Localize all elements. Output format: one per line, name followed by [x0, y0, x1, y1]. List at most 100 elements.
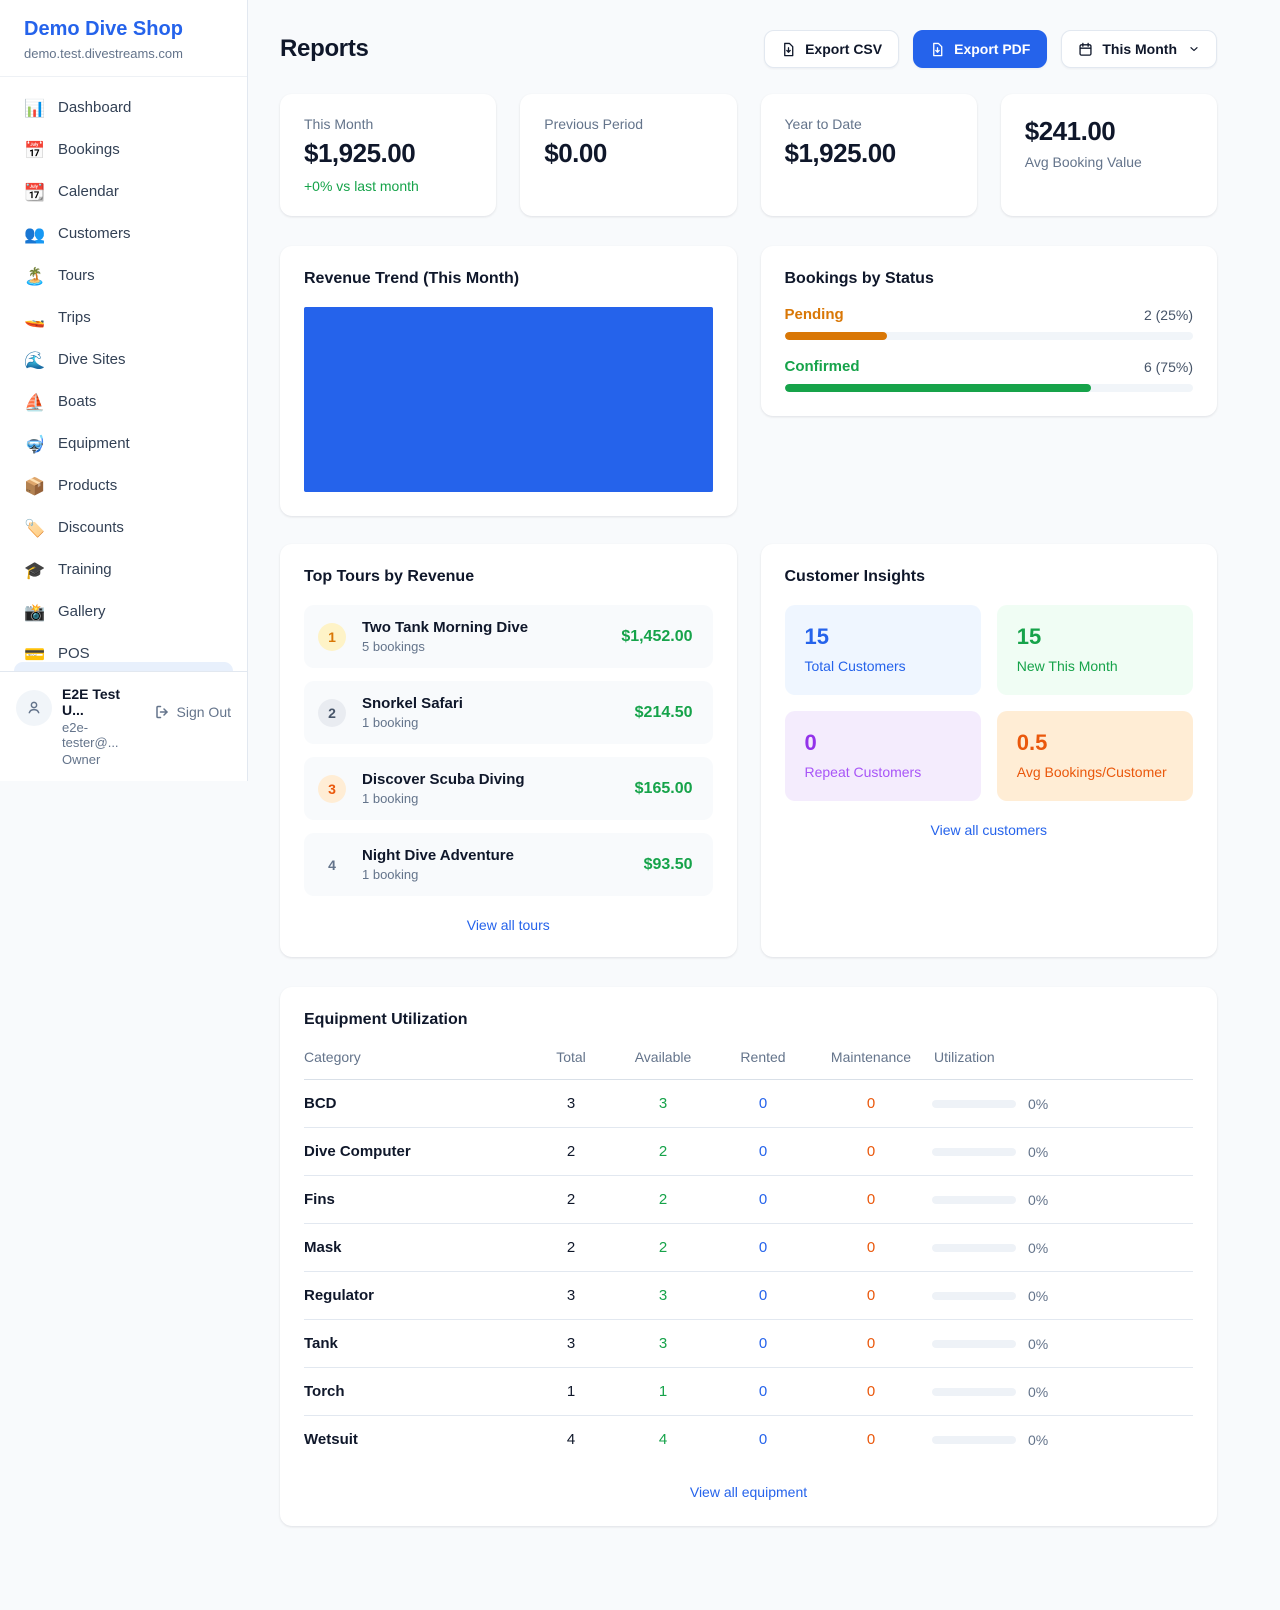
stat-label: Previous Period	[544, 116, 712, 132]
cell-maintenance: 0	[810, 1080, 932, 1128]
user-meta: E2E Test U... e2e-tester@... Owner	[62, 684, 144, 767]
utilization-bar-track	[932, 1388, 1016, 1396]
equipment-table-row: Tank 3 3 0 0 0%	[304, 1320, 1193, 1368]
col-header-utilization: Utilization	[932, 1049, 1193, 1080]
bookings-icon: 📅	[24, 142, 44, 159]
sidebar-nav-item[interactable]: 📊 Dashboard	[0, 87, 247, 129]
sidebar-nav-item-label: Discounts	[58, 517, 124, 539]
rank-badge: 3	[318, 775, 346, 803]
view-all-customers-link[interactable]: View all customers	[785, 822, 1194, 838]
utilization-percent: 0%	[1028, 1288, 1048, 1304]
sidebar-nav-item-label: Bookings	[58, 139, 120, 161]
period-label: This Month	[1102, 41, 1177, 57]
gallery-icon: 📸	[24, 604, 44, 621]
boats-icon: ⛵	[24, 394, 44, 411]
brand-name: Demo Dive Shop	[24, 18, 223, 41]
view-all-equipment-link[interactable]: View all equipment	[304, 1484, 1193, 1500]
sidebar-nav-item[interactable]: 📸 Gallery	[0, 591, 247, 633]
file-download-icon	[781, 42, 796, 57]
cell-maintenance: 0	[810, 1128, 932, 1176]
sidebar-nav-item[interactable]: ⛵ Boats	[0, 381, 247, 423]
cell-rented: 0	[716, 1416, 810, 1464]
sidebar-nav-item[interactable]: 🌊 Dive Sites	[0, 339, 247, 381]
insight-value: 0	[805, 730, 961, 756]
sidebar-nav-item[interactable]: 📆 Calendar	[0, 171, 247, 213]
utilization-cell: 0%	[932, 1336, 1193, 1352]
cell-available: 1	[610, 1368, 716, 1416]
sign-out-label: Sign Out	[177, 704, 231, 720]
file-download-icon	[930, 42, 945, 57]
sidebar-nav-item[interactable]: 🏷️ Discounts	[0, 507, 247, 549]
equipment-table-header: Category Total Available Rented Maintena…	[304, 1049, 1193, 1080]
user-name: E2E Test U...	[62, 686, 144, 718]
sidebar-nav-item[interactable]: 🎓 Training	[0, 549, 247, 591]
customer-insights-card: Customer Insights 15 Total Customers 15 …	[761, 544, 1218, 957]
utilization-bar-track	[932, 1244, 1016, 1252]
stat-delta: +0% vs last month	[304, 178, 472, 194]
cell-available: 4	[610, 1416, 716, 1464]
sidebar-nav-item-label: Boats	[58, 391, 96, 413]
insight-tile: 15 New This Month	[997, 605, 1193, 695]
sidebar-nav-item[interactable]: 🏝️ Tours	[0, 255, 247, 297]
rank-badge: 1	[318, 623, 346, 651]
tour-bookings: 1 booking	[362, 791, 619, 806]
insight-tile: 0.5 Avg Bookings/Customer	[997, 711, 1193, 801]
dashboard-icon: 📊	[24, 100, 44, 117]
sidebar-nav-item[interactable]: 📅 Bookings	[0, 129, 247, 171]
tour-amount: $214.50	[635, 704, 693, 722]
utilization-bar-track	[932, 1100, 1016, 1108]
person-icon	[25, 699, 43, 717]
sidebar-nav-item-label: Products	[58, 475, 117, 497]
sidebar-nav-item-label: Dive Sites	[58, 349, 126, 371]
utilization-bar-track	[932, 1436, 1016, 1444]
cell-total: 2	[532, 1224, 610, 1272]
status-row: Confirmed 6 (75%)	[785, 358, 1194, 392]
view-all-tours-link[interactable]: View all tours	[304, 917, 713, 933]
user-box: E2E Test U... e2e-tester@... Owner Sign …	[0, 671, 247, 781]
cell-category: Regulator	[304, 1272, 532, 1320]
sidebar-nav-item-label: Gallery	[58, 601, 106, 623]
cell-category: Tank	[304, 1320, 532, 1368]
cell-available: 2	[610, 1176, 716, 1224]
active-nav-item-partial[interactable]	[14, 662, 233, 671]
equipment-table-row: Dive Computer 2 2 0 0 0%	[304, 1128, 1193, 1176]
status-row: Pending 2 (25%)	[785, 306, 1194, 340]
cell-rented: 0	[716, 1272, 810, 1320]
stats-grid: This Month $1,925.00 +0% vs last month P…	[280, 94, 1217, 216]
sidebar-nav-item-label: Dashboard	[58, 97, 131, 119]
tour-amount: $93.50	[644, 856, 693, 874]
export-pdf-button[interactable]: Export PDF	[913, 30, 1047, 68]
utilization-percent: 0%	[1028, 1384, 1048, 1400]
sidebar-nav-item[interactable]: 👥 Customers	[0, 213, 247, 255]
stat-value: $241.00	[1025, 116, 1193, 147]
training-icon: 🎓	[24, 562, 44, 579]
export-pdf-label: Export PDF	[954, 41, 1030, 57]
insight-label: New This Month	[1017, 658, 1173, 674]
tour-bookings: 5 bookings	[362, 639, 605, 654]
period-dropdown[interactable]: This Month	[1061, 30, 1217, 68]
utilization-cell: 0%	[932, 1288, 1193, 1304]
utilization-bar-track	[932, 1292, 1016, 1300]
sign-out-button[interactable]: Sign Out	[154, 704, 231, 720]
sidebar-nav-item-label: Customers	[58, 223, 131, 245]
utilization-bar-track	[932, 1340, 1016, 1348]
sidebar-nav-item[interactable]: 🤿 Equipment	[0, 423, 247, 465]
utilization-percent: 0%	[1028, 1240, 1048, 1256]
utilization-cell: 0%	[932, 1384, 1193, 1400]
sidebar-nav-item-label: Equipment	[58, 433, 130, 455]
export-csv-label: Export CSV	[805, 41, 882, 57]
utilization-bar-track	[932, 1196, 1016, 1204]
utilization-percent: 0%	[1028, 1336, 1048, 1352]
sidebar-nav-item[interactable]: 📦 Products	[0, 465, 247, 507]
cell-category: BCD	[304, 1080, 532, 1128]
sidebar-nav-item[interactable]: 🚤 Trips	[0, 297, 247, 339]
utilization-bar-track	[932, 1148, 1016, 1156]
insight-value: 15	[805, 624, 961, 650]
insight-value: 0.5	[1017, 730, 1173, 756]
utilization-cell: 0%	[932, 1240, 1193, 1256]
status-count: 2 (25%)	[1144, 307, 1193, 323]
cell-total: 3	[532, 1320, 610, 1368]
status-bar-track	[785, 332, 1194, 340]
insight-tile: 15 Total Customers	[785, 605, 981, 695]
export-csv-button[interactable]: Export CSV	[764, 30, 899, 68]
